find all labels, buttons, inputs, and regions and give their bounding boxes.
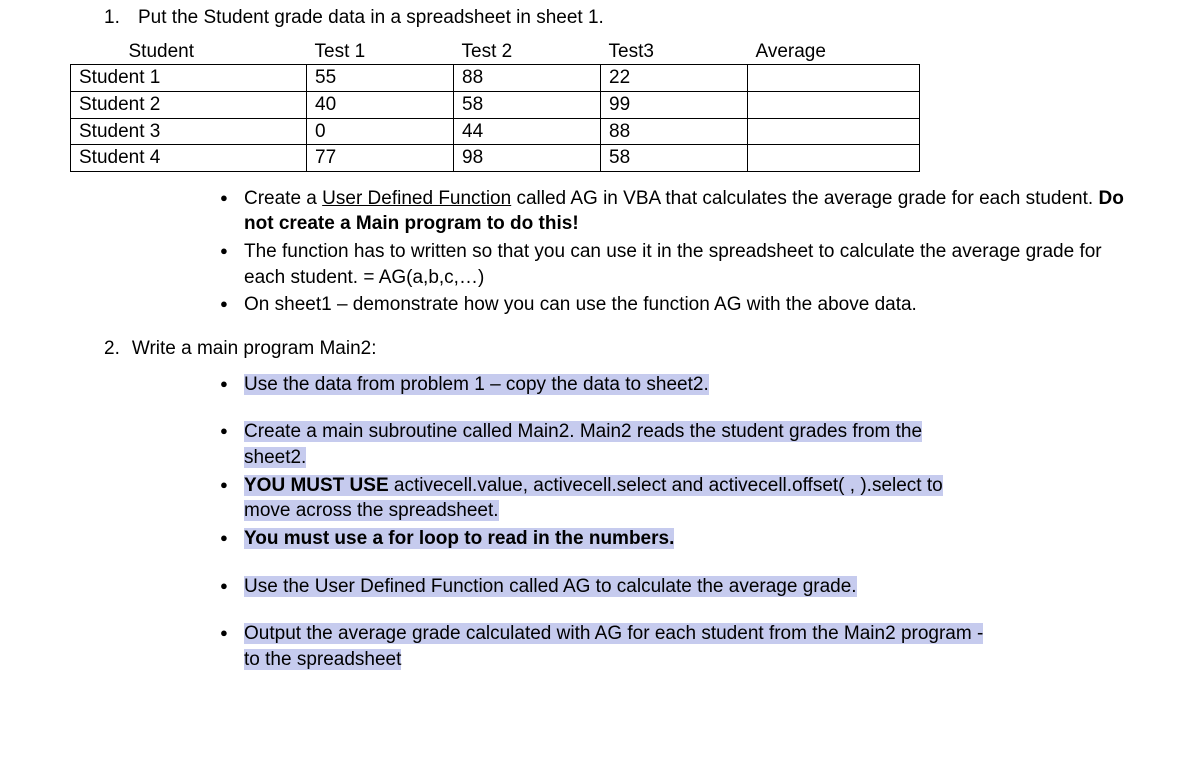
bullet-icon: ● — [220, 292, 230, 318]
cell — [748, 65, 920, 92]
table-row: Student 3 0 44 88 — [71, 118, 920, 145]
cell: 99 — [601, 91, 748, 118]
bullet-text: Use the data from problem 1 – copy the d… — [244, 374, 709, 395]
bullet-text: You must use a for loop to read in the n… — [244, 528, 674, 549]
bullet-icon: ● — [220, 186, 230, 237]
bullet-icon: ● — [220, 473, 230, 524]
col-test1: Test 1 — [307, 39, 454, 65]
bullet-text: The function has to written so that you … — [244, 239, 1130, 290]
cell: 58 — [454, 91, 601, 118]
cell: 58 — [601, 145, 748, 172]
col-student: Student — [71, 39, 307, 65]
cell: 0 — [307, 118, 454, 145]
bullet-icon: ● — [220, 621, 230, 672]
list-item: ● Create a main subroutine called Main2.… — [220, 419, 1130, 470]
question-2-bullets: ● Use the data from problem 1 – copy the… — [104, 372, 1130, 673]
question-1-prompt: Put the Student grade data in a spreadsh… — [138, 5, 604, 31]
col-test3: Test3 — [601, 39, 748, 65]
bullet-text: Create a User Defined Function called AG… — [244, 186, 1130, 237]
cell: 40 — [307, 91, 454, 118]
list-item: ● YOU MUST USE activecell.value, activec… — [220, 473, 1130, 524]
bullet-text: Output the average grade calculated with… — [244, 621, 1130, 672]
cell: 98 — [454, 145, 601, 172]
list-number: 1. — [104, 5, 126, 31]
bullet-icon: ● — [220, 574, 230, 600]
cell: 55 — [307, 65, 454, 92]
cell: Student 1 — [71, 65, 307, 92]
bullet-text: Use the User Defined Function called AG … — [244, 576, 857, 597]
table-row: Student 4 77 98 58 — [71, 145, 920, 172]
document-page: 1. Put the Student grade data in a sprea… — [0, 0, 1200, 783]
bullet-icon: ● — [220, 526, 230, 552]
cell: 22 — [601, 65, 748, 92]
list-item: ● The function has to written so that yo… — [220, 239, 1130, 290]
cell: 77 — [307, 145, 454, 172]
list-number: 2. — [104, 336, 120, 362]
table-row: Student 2 40 58 99 — [71, 91, 920, 118]
col-average: Average — [748, 39, 920, 65]
cell: 88 — [454, 65, 601, 92]
question-2-prompt: Write a main program Main2: — [132, 336, 377, 362]
cell — [748, 145, 920, 172]
list-item: ● Create a User Defined Function called … — [220, 186, 1130, 237]
question-1-bullets: ● Create a User Defined Function called … — [70, 186, 1130, 318]
col-test2: Test 2 — [454, 39, 601, 65]
list-item: ● You must use a for loop to read in the… — [220, 526, 1130, 552]
cell: Student 4 — [71, 145, 307, 172]
cell: Student 2 — [71, 91, 307, 118]
bullet-icon: ● — [220, 419, 230, 470]
cell — [748, 91, 920, 118]
list-item: ● Output the average grade calculated wi… — [220, 621, 1130, 672]
list-item: ● Use the data from problem 1 – copy the… — [220, 372, 1130, 398]
question-2: 2. Write a main program Main2: ● Use the… — [70, 336, 1130, 672]
bullet-text: On sheet1 – demonstrate how you can use … — [244, 292, 1130, 318]
cell: Student 3 — [71, 118, 307, 145]
list-item: ● Use the User Defined Function called A… — [220, 574, 1130, 600]
bullet-icon: ● — [220, 372, 230, 398]
list-item: ● On sheet1 – demonstrate how you can us… — [220, 292, 1130, 318]
bullet-icon: ● — [220, 239, 230, 290]
student-grades-table: Student Test 1 Test 2 Test3 Average Stud… — [70, 39, 920, 172]
cell — [748, 118, 920, 145]
table-header-row: Student Test 1 Test 2 Test3 Average — [71, 39, 920, 65]
question-1: 1. Put the Student grade data in a sprea… — [70, 5, 1130, 31]
bullet-text: Create a main subroutine called Main2. M… — [244, 419, 1130, 470]
cell: 44 — [454, 118, 601, 145]
bullet-text: YOU MUST USE activecell.value, activecel… — [244, 473, 1130, 524]
cell: 88 — [601, 118, 748, 145]
table-row: Student 1 55 88 22 — [71, 65, 920, 92]
